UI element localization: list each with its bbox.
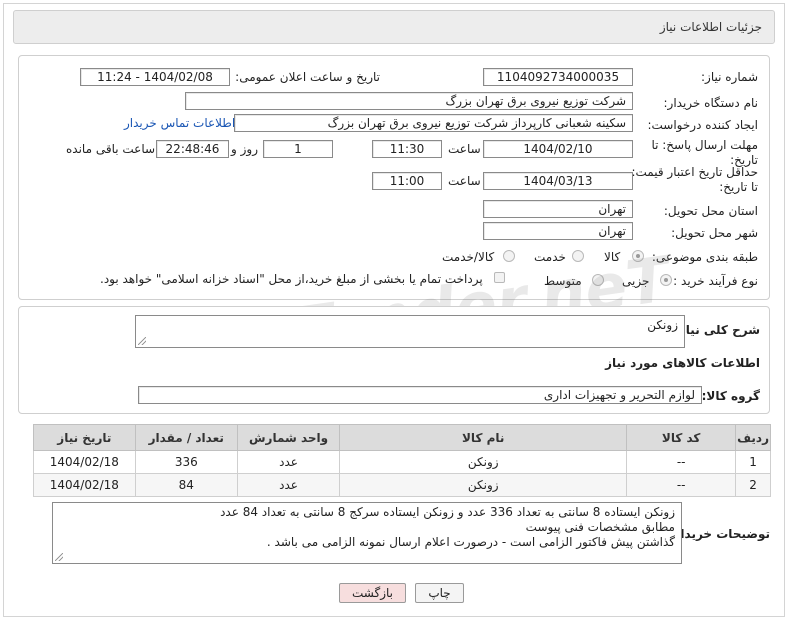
back-button[interactable]: بازگشت [339,583,406,603]
deadline-label: مهلت ارسال پاسخ: تا تاریخ: [651,138,758,167]
print-button[interactable]: چاپ [415,583,464,603]
deadline-date-field[interactable]: 1404/02/10 [483,140,633,158]
buyer-org-label: نام دستگاه خریدار: [663,96,759,110]
category-option-service: خدمت [534,250,566,264]
days-label: روز و [231,142,258,156]
city-label: شهر محل تحویل: [671,226,758,240]
resize-grip-icon[interactable] [138,337,146,345]
cell-unit: عدد [236,450,341,474]
col-row: ردیف [735,424,771,451]
cell-unit: عدد [236,473,341,497]
process-radio-minor[interactable] [660,274,672,286]
category-radio-goods[interactable] [632,250,644,262]
cell-qty: 84 [134,473,238,497]
payment-note: پرداخت تمام یا بخشی از مبلغ خرید،از محل … [100,272,483,286]
announce-label: تاریخ و ساعت اعلان عمومی: [235,70,380,84]
table-row[interactable]: 2 -- زونکن عدد 84 1404/02/18 [33,473,771,497]
cell-row: 2 [735,473,771,497]
process-option-medium: متوسط [544,274,582,288]
category-option-goods-service: کالا/خدمت [442,250,495,264]
price-validity-time-label: ساعت [448,174,481,188]
category-radio-goods-service[interactable] [503,250,515,262]
resize-grip-icon[interactable] [55,553,63,561]
cell-row: 1 [735,450,771,474]
price-validity-label: حداقل تاریخ اعتبار قیمت: تا تاریخ: [631,165,758,194]
category-option-goods: کالا [604,250,621,264]
header-bar: جزئیات اطلاعات نیاز [13,10,775,44]
province-field[interactable]: تهران [483,200,633,218]
table-row[interactable]: 1 -- زونکن عدد 336 1404/02/18 [33,450,771,474]
description-textarea[interactable]: زونکن [135,315,685,348]
cell-qty: 336 [134,450,238,474]
cell-code: -- [626,450,737,474]
cell-name: زونکن [339,450,628,474]
goods-table-header: ردیف کد کالا نام کالا واحد شمارش تعداد /… [33,424,771,451]
cell-date: 1404/02/18 [33,450,136,474]
process-label: نوع فرآیند خرید : [673,274,758,288]
col-code: کد کالا [626,424,737,451]
process-radio-medium[interactable] [592,274,604,286]
announce-field[interactable]: 1404/02/08 - 11:24 [80,68,230,86]
remaining-label: ساعت باقی مانده [66,142,156,156]
price-validity-time-field[interactable]: 11:00 [372,172,442,190]
cell-code: -- [626,473,737,497]
goods-section-title: اطلاعات کالاهای مورد نیاز [605,356,760,370]
col-name: نام کالا [339,424,628,451]
col-date: تاریخ نیاز [33,424,136,451]
need-number-field[interactable]: 1104092734000035 [483,68,633,86]
buyer-contact-link[interactable]: اطلاعات تماس خریدار [124,116,235,130]
city-field[interactable]: تهران [483,222,633,240]
buyer-notes-line: گذاشتن پیش فاکتور الزامی است - درصورت اع… [266,535,675,549]
remaining-time-field[interactable]: 22:48:46 [156,140,229,158]
days-field[interactable]: 1 [263,140,333,158]
goods-group-label: گروه کالا: [701,389,760,403]
price-validity-date-field[interactable]: 1404/03/13 [483,172,633,190]
page-title: جزئیات اطلاعات نیاز [659,20,762,34]
category-radio-service[interactable] [572,250,584,262]
buyer-org-field[interactable]: شرکت توزیع نیروی برق تهران بزرگ [185,92,633,110]
buyer-notes-label: توضیحات خریدار: [668,527,770,541]
process-option-minor: جزیی [622,274,650,288]
requester-label: ایجاد کننده درخواست: [647,118,758,132]
col-unit: واحد شمارش [236,424,341,451]
deadline-time-field[interactable]: 11:30 [372,140,442,158]
deadline-time-label: ساعت [448,142,481,156]
cell-name: زونکن [339,473,628,497]
need-number-label: شماره نیاز: [701,70,758,84]
description-label: شرح کلی نیاز: [674,323,760,337]
province-label: استان محل تحویل: [663,204,758,218]
buyer-notes-line: مطابق مشخصات فنی پیوست [525,520,675,534]
description-text: زونکن [647,318,678,332]
goods-table: ردیف کد کالا نام کالا واحد شمارش تعداد /… [33,424,771,497]
buyer-notes-line: زونکن ایستاده 8 سانتی به تعداد 336 عدد و… [220,505,675,519]
treasury-checkbox[interactable] [494,272,505,283]
buyer-notes-textarea[interactable]: زونکن ایستاده 8 سانتی به تعداد 336 عدد و… [52,502,682,564]
category-label: طبقه بندی موضوعی: [651,250,758,264]
requester-field[interactable]: سکینه شعبانی کارپرداز شرکت توزیع نیروی ب… [234,114,633,132]
cell-date: 1404/02/18 [33,473,136,497]
goods-group-field[interactable]: لوازم التحریر و تجهیزات اداری [138,386,702,404]
col-qty: تعداد / مقدار [134,424,238,451]
